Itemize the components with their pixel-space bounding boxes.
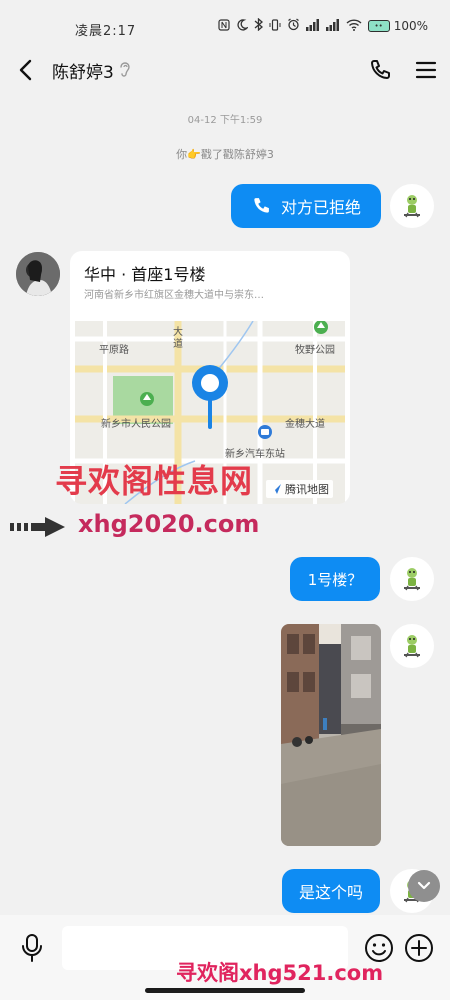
microphone-icon: [22, 934, 42, 962]
message-text: 1号楼？: [307, 570, 363, 589]
signal-icon: [325, 18, 340, 34]
back-icon: [19, 59, 32, 81]
input-bar: 寻欢阁xhg521.com: [0, 915, 450, 1000]
voice-call-button[interactable]: [368, 58, 392, 82]
self-avatar[interactable]: [390, 184, 434, 228]
map-label: 新乡市人民公园: [101, 419, 171, 430]
watermark-url: xhg2020.com: [78, 510, 260, 538]
battery-percent: 100%: [393, 19, 428, 33]
bluetooth-icon: [254, 17, 263, 34]
more-actions-button[interactable]: [404, 933, 434, 963]
call-record-bubble[interactable]: 对方已拒绝: [231, 184, 381, 228]
status-bar: 凌晨2:17 •• 100%: [0, 0, 450, 44]
phone-icon: [254, 198, 269, 213]
robot-avatar-icon: [404, 635, 420, 658]
more-menu-button[interactable]: [415, 59, 437, 81]
watermark-text: 寻欢阁性息网: [55, 462, 254, 500]
moon-icon: [236, 18, 249, 34]
plus-icon: [405, 934, 433, 962]
map-label: 平原路: [99, 345, 129, 356]
map-label: 大道: [173, 327, 183, 350]
message-timestamp: 04-12 下午1:59: [187, 115, 263, 126]
status-time: 凌晨2:17: [75, 24, 137, 39]
robot-avatar-icon: [404, 195, 420, 218]
nfc-icon: [218, 18, 230, 34]
tencent-map-icon: [271, 484, 281, 494]
back-button[interactable]: [16, 56, 38, 84]
image-message[interactable]: [281, 624, 381, 846]
text-message-bubble[interactable]: 是这个吗: [282, 869, 380, 913]
poke-notice: 你👉戳了戳陈舒婷3: [176, 148, 274, 161]
message-text: 是这个吗: [298, 883, 363, 902]
contact-photo: [16, 252, 60, 296]
vibrate-icon: [269, 18, 281, 34]
location-title: 华中 · 首座1号楼: [84, 265, 206, 284]
phone-icon: [371, 60, 390, 79]
map-brand: 腾讯地图: [266, 480, 333, 498]
signal-icon: [305, 18, 320, 34]
self-avatar[interactable]: [390, 624, 434, 668]
location-address: 河南省新乡市红旗区金穗大道中与崇东…: [84, 290, 264, 301]
battery-icon: •• 100%: [367, 19, 428, 33]
map-label: 牧野公园: [295, 345, 335, 356]
home-indicator[interactable]: [145, 988, 305, 993]
chevron-down-icon: [417, 881, 431, 890]
voice-input-button[interactable]: [20, 933, 44, 963]
arrow-icon: [10, 517, 65, 537]
call-record-text: 对方已拒绝: [280, 198, 361, 217]
text-message-bubble[interactable]: 1号楼？: [290, 557, 380, 601]
wifi-icon: [346, 18, 362, 34]
contact-name[interactable]: 陈舒婷3: [52, 58, 114, 83]
status-icons: •• 100%: [218, 17, 428, 34]
alarm-icon: [287, 18, 300, 34]
self-avatar[interactable]: [390, 557, 434, 601]
watermark-bottom: 寻欢阁xhg521.com: [176, 961, 384, 985]
map-label: 金穗大道: [285, 419, 325, 430]
contact-avatar[interactable]: [16, 252, 60, 296]
scroll-to-bottom-button[interactable]: [408, 870, 440, 902]
chat-header: 陈舒婷3: [0, 48, 450, 92]
menu-icon: [415, 61, 437, 79]
map-brand-text: 腾讯地图: [285, 483, 329, 496]
ear-icon[interactable]: [118, 60, 132, 82]
street-photo: [281, 624, 381, 846]
robot-avatar-icon: [404, 568, 420, 591]
